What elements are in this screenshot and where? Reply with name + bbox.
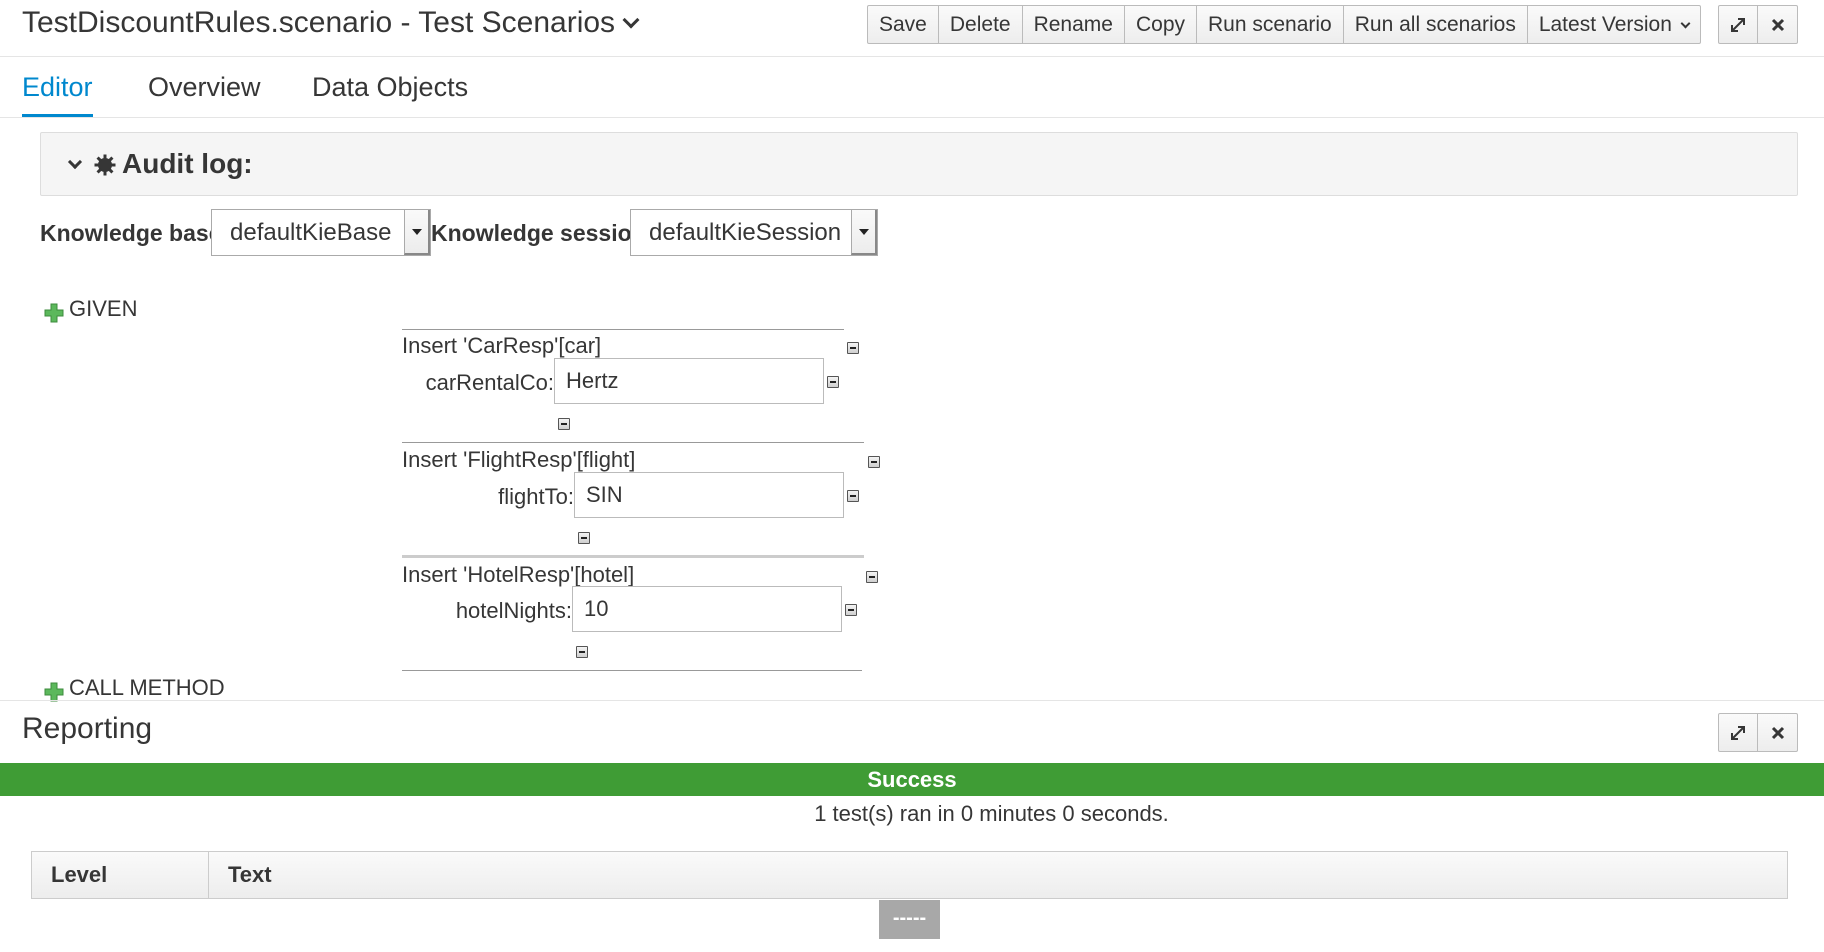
report-table-header: Level Text bbox=[31, 851, 1788, 899]
tabs-divider bbox=[0, 117, 1824, 118]
given-label: GIVEN bbox=[69, 296, 138, 321]
tab-overview[interactable]: Overview bbox=[148, 72, 261, 103]
chevron-down-icon bbox=[1680, 18, 1691, 29]
carrentalco-input[interactable]: Hertz bbox=[554, 358, 824, 404]
copy-button[interactable]: Copy bbox=[1125, 6, 1197, 43]
dropdown-arrow-icon[interactable] bbox=[851, 210, 877, 255]
reporting-close-button[interactable] bbox=[1758, 714, 1797, 751]
hotelnights-input[interactable]: 10 bbox=[572, 586, 842, 632]
fact-title-hotel: Insert 'HotelResp'[hotel] bbox=[402, 562, 635, 587]
remove-row-hotel-button[interactable] bbox=[576, 646, 588, 658]
test-summary: 1 test(s) ran in 0 minutes 0 seconds. bbox=[814, 801, 1169, 826]
call-method-label: CALL METHOD bbox=[69, 675, 225, 700]
expand-arrows-icon bbox=[1731, 17, 1745, 32]
remove-fact-flight-button[interactable] bbox=[868, 456, 880, 468]
rename-button[interactable]: Rename bbox=[1023, 6, 1125, 43]
remove-field-flightto-button[interactable] bbox=[847, 490, 859, 502]
reporting-title: Reporting bbox=[22, 712, 153, 745]
close-button[interactable] bbox=[1758, 6, 1797, 43]
save-button[interactable]: Save bbox=[868, 6, 939, 43]
window-controls bbox=[1718, 5, 1798, 44]
fact-title-flight: Insert 'FlightResp'[flight] bbox=[402, 447, 636, 472]
editor-toolbar: Save Delete Rename Copy Run scenario Run… bbox=[867, 5, 1701, 44]
knowledge-session-value: defaultKieSession bbox=[649, 219, 842, 246]
plus-icon[interactable] bbox=[44, 682, 64, 702]
gear-icon bbox=[94, 154, 116, 176]
reporting-divider bbox=[0, 700, 1824, 701]
remove-row-car-button[interactable] bbox=[558, 418, 570, 430]
delete-button[interactable]: Delete bbox=[939, 6, 1023, 43]
reporting-maximize-button[interactable] bbox=[1719, 714, 1758, 751]
maximize-button[interactable] bbox=[1719, 6, 1758, 43]
run-scenario-button[interactable]: Run scenario bbox=[1197, 6, 1344, 43]
page-title-text: TestDiscountRules.scenario - Test Scenar… bbox=[22, 6, 616, 39]
fact-divider bbox=[402, 329, 844, 330]
reporting-window-controls bbox=[1718, 713, 1798, 752]
version-dropdown[interactable]: Latest Version bbox=[1528, 6, 1700, 43]
tab-data-objects[interactable]: Data Objects bbox=[312, 72, 468, 103]
fact-divider bbox=[402, 555, 864, 558]
header-divider bbox=[0, 56, 1824, 57]
knowledge-base-label: Knowledge base bbox=[40, 220, 222, 246]
knowledge-base-select[interactable]: defaultKieBase bbox=[211, 209, 431, 256]
knowledge-base-value: defaultKieBase bbox=[230, 219, 392, 246]
column-header-text[interactable]: Text bbox=[209, 852, 1787, 898]
close-icon bbox=[1771, 18, 1784, 31]
field-label-carrentalco: carRentalCo: bbox=[425, 370, 554, 395]
remove-fact-hotel-button[interactable] bbox=[866, 571, 878, 583]
remove-field-hotelnights-button[interactable] bbox=[845, 604, 857, 616]
remove-field-carrentalco-button[interactable] bbox=[827, 376, 839, 388]
field-label-flightto: flightTo: bbox=[498, 484, 574, 509]
dropdown-arrow-icon[interactable] bbox=[404, 210, 430, 255]
tab-editor[interactable]: Editor bbox=[22, 72, 93, 103]
remove-row-flight-button[interactable] bbox=[578, 532, 590, 544]
close-icon bbox=[1771, 726, 1784, 739]
column-header-level[interactable]: Level bbox=[32, 852, 209, 898]
expand-arrows-icon bbox=[1731, 725, 1745, 740]
field-label-hotelnights: hotelNights: bbox=[455, 598, 572, 623]
fact-divider bbox=[402, 442, 864, 443]
page-title[interactable]: TestDiscountRules.scenario - Test Scenar… bbox=[22, 6, 640, 40]
flightto-input[interactable]: SIN bbox=[574, 472, 844, 518]
fact-divider bbox=[402, 670, 862, 671]
chevron-down-icon[interactable] bbox=[622, 11, 640, 29]
pager-button[interactable]: ----- bbox=[879, 900, 940, 939]
knowledge-session-label: Knowledge session bbox=[431, 220, 646, 246]
remove-fact-car-button[interactable] bbox=[847, 342, 859, 354]
fact-title-car: Insert 'CarResp'[car] bbox=[402, 333, 602, 358]
knowledge-session-select[interactable]: defaultKieSession bbox=[630, 209, 878, 256]
audit-log-label: Audit log: bbox=[122, 148, 253, 179]
version-label: Latest Version bbox=[1538, 13, 1672, 36]
audit-log-panel[interactable] bbox=[40, 132, 1798, 196]
plus-icon[interactable] bbox=[44, 303, 64, 323]
status-badge: Success bbox=[0, 763, 1824, 796]
run-all-scenarios-button[interactable]: Run all scenarios bbox=[1344, 6, 1528, 43]
